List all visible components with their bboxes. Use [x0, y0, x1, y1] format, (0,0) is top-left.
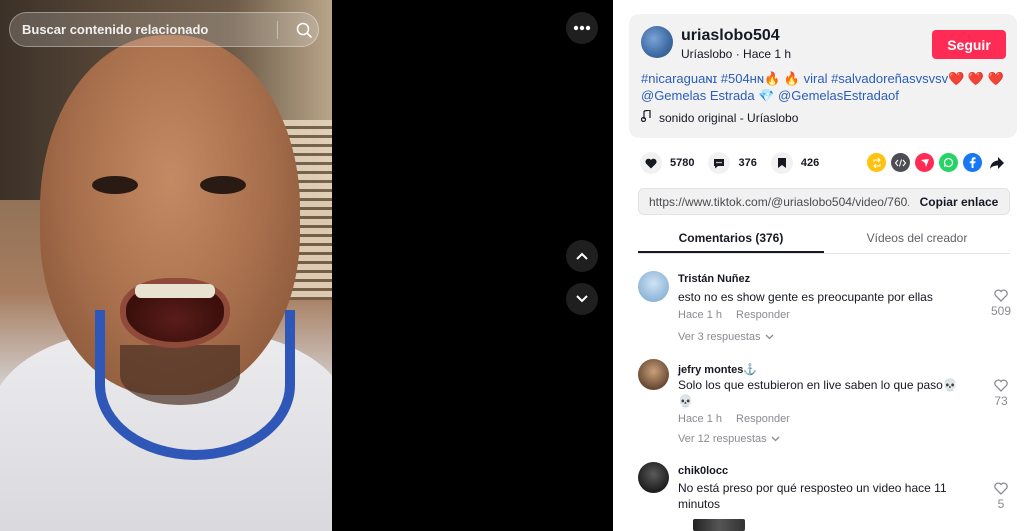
comment-icon[interactable] — [708, 152, 731, 174]
facebook-icon[interactable] — [963, 153, 982, 172]
chevron-down-icon — [771, 433, 780, 445]
comment-stat[interactable]: 376 — [708, 152, 757, 174]
save-stat[interactable]: 426 — [770, 152, 820, 174]
like-stat[interactable]: 5780 — [640, 152, 694, 174]
view-replies-button[interactable]: Ver 12 respuestas — [678, 433, 780, 445]
commenter-name[interactable]: chik0locc — [678, 465, 728, 477]
heart-outline-icon — [994, 482, 1008, 495]
stats-row: 5780 376 426 — [640, 152, 833, 174]
previous-video-icon[interactable] — [566, 240, 598, 272]
search-box[interactable]: Buscar contenido relacionado — [9, 12, 319, 47]
save-count: 426 — [800, 157, 820, 169]
comment-item: Tristán Nuñez esto no es show gente es p… — [638, 271, 1018, 351]
reply-button[interactable]: Responder — [736, 413, 790, 425]
comment-time: Hace 1 h — [678, 413, 723, 425]
comment-text: esto no es show gente es preocupante por… — [678, 290, 933, 304]
view-replies-label: Ver 12 respuestas — [678, 433, 767, 445]
search-icon[interactable] — [290, 12, 318, 47]
video-collar — [95, 310, 295, 460]
tab-comments[interactable]: Comentarios (376) — [638, 224, 824, 253]
author-username[interactable]: uriaslobo504 — [681, 27, 780, 45]
video-caption: #nicaraguaɴɪ #504ʜɴ🔥 🔥 viral #salvadoreñ… — [641, 70, 1007, 104]
video-eye-right — [200, 176, 246, 194]
view-replies-label: Ver 3 respuestas — [678, 331, 761, 343]
chevron-down-icon — [765, 331, 774, 343]
search-input[interactable]: Buscar contenido relacionado — [22, 22, 277, 37]
comment-like-count: 5 — [997, 497, 1005, 511]
comment-meta: Hace 1 h Responder — [678, 413, 790, 425]
repost-icon[interactable] — [867, 153, 886, 172]
author-subtitle: Uríaslobo · Hace 1 h — [681, 47, 792, 61]
link-bar: https://www.tiktok.com/@uriaslobo504/vid… — [638, 188, 1010, 215]
heart-outline-icon — [994, 289, 1008, 302]
sound-label: sonido original - Uríaslobo — [659, 110, 799, 125]
view-replies-button[interactable]: Ver 3 respuestas — [678, 331, 774, 343]
comment-text: Solo los que estubieron en live saben lo… — [678, 378, 958, 408]
share-row — [867, 153, 1006, 172]
comment-like-count: 73 — [994, 394, 1008, 408]
commenter-name[interactable]: Tristán Nuñez — [678, 273, 750, 285]
send-icon[interactable] — [915, 153, 934, 172]
comment-count: 376 — [738, 157, 757, 169]
copy-link-button[interactable]: Copiar enlace — [909, 195, 1009, 209]
comment-like-count: 509 — [990, 304, 1012, 318]
commenter-name[interactable]: jefry montes⚓ — [678, 363, 757, 376]
reply-button[interactable]: Responder — [736, 309, 790, 321]
music-note-icon — [640, 109, 651, 125]
video-area[interactable]: Buscar contenido relacionado — [0, 0, 613, 531]
comment-item: jefry montes⚓ Solo los que estubieron en… — [638, 359, 1018, 451]
search-divider — [277, 20, 278, 39]
commenter-avatar[interactable] — [638, 271, 669, 302]
bookmark-icon[interactable] — [770, 152, 793, 174]
commenter-avatar[interactable] — [638, 359, 669, 390]
caption-hashtags[interactable]: #nicaraguaɴɪ #504ʜɴ🔥 🔥 viral #salvadoreñ… — [641, 70, 1007, 87]
embed-icon[interactable] — [891, 153, 910, 172]
follow-button[interactable]: Seguir — [932, 30, 1006, 59]
video-link[interactable]: https://www.tiktok.com/@uriaslobo504/vid… — [639, 195, 909, 209]
commenter-avatar[interactable] — [638, 462, 669, 493]
next-video-icon[interactable] — [566, 283, 598, 315]
comment-time: Hace 1 h — [678, 309, 723, 321]
comment-meta: Hace 1 h Responder — [678, 309, 790, 321]
heart-outline-icon — [994, 379, 1008, 392]
comment-text: No está preso por qué resposteo un video… — [678, 481, 947, 511]
like-count: 5780 — [670, 157, 695, 169]
video-eye-left — [92, 176, 138, 194]
whatsapp-icon[interactable] — [939, 153, 958, 172]
tab-bar: Comentarios (376) Vídeos del creador — [638, 224, 1010, 254]
more-options-icon[interactable] — [566, 12, 598, 44]
detail-panel: uriaslobo504 Uríaslobo · Hace 1 h Seguir… — [613, 0, 1024, 531]
video-teeth — [135, 284, 215, 298]
comment-like[interactable]: 509 — [984, 289, 1018, 318]
author-card: uriaslobo504 Uríaslobo · Hace 1 h Seguir… — [629, 14, 1017, 138]
author-avatar[interactable] — [641, 26, 673, 58]
comment-like[interactable]: 5 — [984, 482, 1018, 511]
caption-mentions[interactable]: @Gemelas Estrada 💎 @GemelasEstradaof — [641, 87, 1007, 104]
sound-row[interactable]: sonido original - Uríaslobo — [640, 109, 799, 125]
video-player[interactable]: Buscar contenido relacionado — [0, 0, 332, 531]
tab-creator-videos[interactable]: Vídeos del creador — [824, 224, 1010, 253]
heart-icon[interactable] — [640, 152, 662, 174]
comment-media-thumbnail[interactable] — [693, 519, 745, 531]
comment-like[interactable]: 73 — [984, 379, 1018, 408]
share-arrow-icon[interactable] — [987, 153, 1006, 172]
